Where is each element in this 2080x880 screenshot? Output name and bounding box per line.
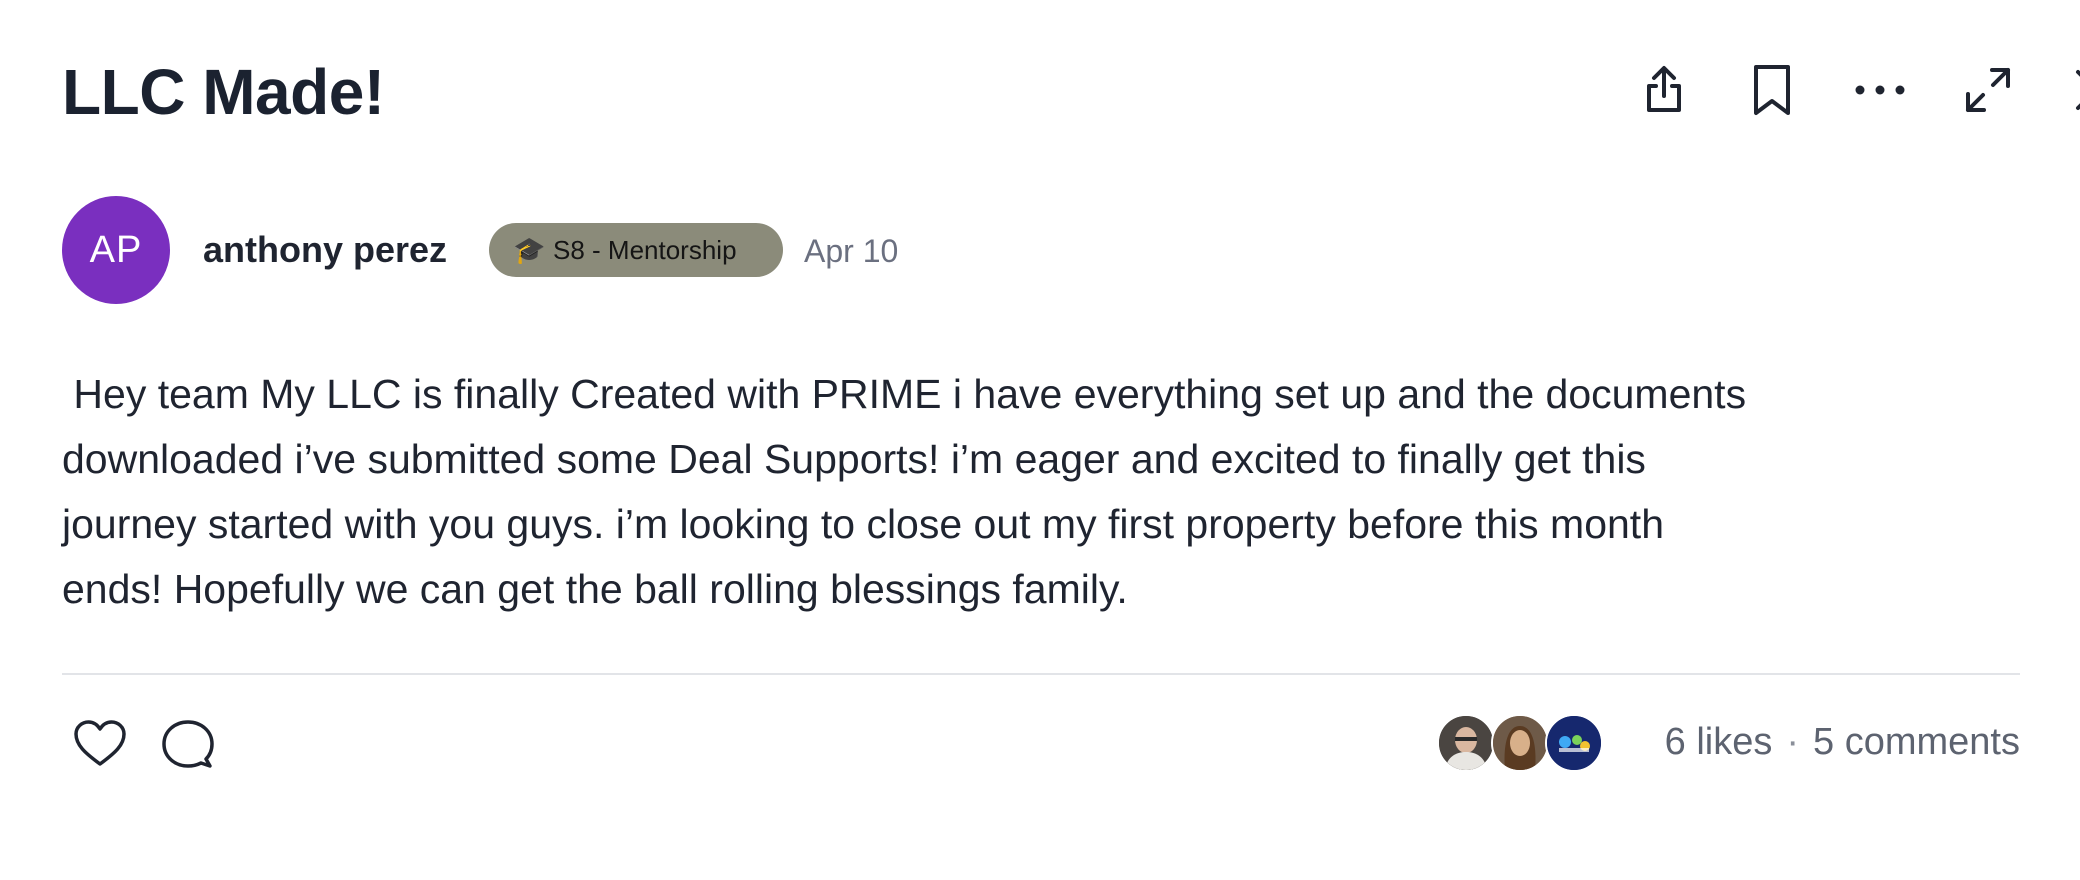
share-button[interactable] xyxy=(1632,58,1696,122)
comment-icon xyxy=(162,720,214,768)
close-button[interactable] xyxy=(2064,58,2080,122)
bookmark-icon xyxy=(1754,65,1790,115)
post-modal: LLC Made! AP anthony perez 🎓 S8 - Mentor… xyxy=(0,0,2080,880)
post-toolbar xyxy=(1480,50,2080,130)
post-footer: 6 likes · 5 comments xyxy=(62,700,2020,780)
divider xyxy=(62,673,2020,675)
comments-count[interactable]: 5 comments xyxy=(1813,721,2020,763)
liker-avatar xyxy=(1491,714,1549,772)
badge-label: S8 - Mentorship xyxy=(553,234,737,265)
post-date[interactable]: Apr 10 xyxy=(804,231,898,271)
expand-icon xyxy=(1966,68,2010,112)
close-icon xyxy=(2076,70,2080,110)
comment-button[interactable] xyxy=(156,712,220,776)
liker-avatars[interactable] xyxy=(1437,714,1605,772)
like-button[interactable] xyxy=(68,712,132,776)
likes-count[interactable]: 6 likes xyxy=(1665,721,1773,763)
author-name[interactable]: anthony perez xyxy=(203,226,447,274)
share-icon xyxy=(1647,66,1681,112)
membership-badge: 🎓 S8 - Mentorship xyxy=(489,223,783,277)
expand-button[interactable] xyxy=(1956,58,2020,122)
post-author-row: AP anthony perez 🎓 S8 - Mentorship Apr 1… xyxy=(62,196,1962,306)
graduation-cap-icon: 🎓 xyxy=(513,234,546,265)
liker-avatar xyxy=(1437,714,1495,772)
stats-separator: · xyxy=(1786,721,1800,763)
author-avatar[interactable]: AP xyxy=(62,196,170,304)
liker-avatar xyxy=(1545,714,1603,772)
more-icon xyxy=(1855,85,1905,95)
post-body: Hey team My LLC is finally Created with … xyxy=(62,371,1747,612)
post-stats: 6 likes · 5 comments xyxy=(1665,718,2020,766)
post-title: LLC Made! xyxy=(62,56,385,128)
more-options-button[interactable] xyxy=(1848,58,1912,122)
heart-icon xyxy=(74,720,126,766)
bookmark-button[interactable] xyxy=(1740,58,1804,122)
